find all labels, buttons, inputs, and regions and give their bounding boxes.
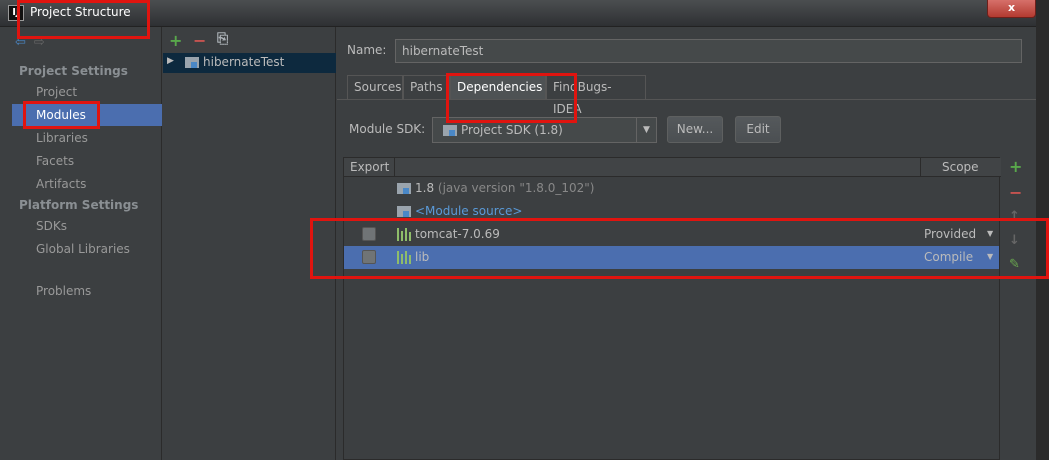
sidebar-item-libraries[interactable]: Libraries <box>12 127 162 149</box>
sidebar-item-project[interactable]: Project <box>12 81 162 103</box>
sidebar-item-problems[interactable]: Problems <box>12 280 162 302</box>
table-header: Export Scope <box>344 158 1001 177</box>
section-project-settings: Project Settings <box>19 64 128 78</box>
module-sdk-dropdown[interactable]: Project SDK (1.8) ▼ <box>432 117 657 143</box>
export-checkbox[interactable] <box>362 227 376 241</box>
dependencies-table: Export Scope 1.8 (java version "1.8.0_10… <box>343 157 1001 460</box>
source-folder-icon <box>397 206 411 217</box>
chevron-down-icon[interactable]: ▼ <box>987 223 993 245</box>
tab-sources[interactable]: Sources <box>347 75 403 99</box>
table-row[interactable]: 1.8 (java version "1.8.0_102") <box>344 177 999 200</box>
dependency-detail: (java version "1.8.0_102") <box>434 181 595 195</box>
edit-sdk-button[interactable]: Edit <box>735 116 781 143</box>
window-edge <box>1036 0 1049 460</box>
column-separator <box>920 158 921 177</box>
nav-arrows: ⇦⇨ <box>15 35 53 50</box>
remove-dependency-icon[interactable]: − <box>1009 183 1022 202</box>
window-title: Project Structure <box>30 5 131 19</box>
table-row[interactable]: <Module source> <box>344 200 999 223</box>
add-dependency-icon[interactable]: + <box>1009 157 1022 176</box>
module-name: hibernateTest <box>203 55 285 69</box>
sidebar-item-global-libraries[interactable]: Global Libraries <box>12 238 162 260</box>
expand-arrow-icon[interactable]: ▶ <box>167 56 174 66</box>
table-row[interactable]: tomcat-7.0.69 Provided ▼ <box>344 223 999 246</box>
jdk-folder-icon <box>397 183 411 194</box>
scope-value[interactable]: Provided <box>924 223 976 245</box>
close-button[interactable]: x <box>987 0 1036 18</box>
move-up-icon[interactable]: ↑ <box>1009 209 1020 224</box>
forward-arrow-icon[interactable]: ⇨ <box>34 35 53 50</box>
title-bar: IJ Project Structure x <box>0 0 1049 27</box>
edit-pencil-icon[interactable]: ✎ <box>1009 257 1020 272</box>
settings-sidebar: ⇦⇨ Project Settings Project Modules Libr… <box>0 27 162 460</box>
name-label: Name: <box>347 43 387 57</box>
sidebar-item-modules[interactable]: Modules <box>12 104 162 126</box>
sidebar-item-facets[interactable]: Facets <box>12 150 162 172</box>
column-scope[interactable]: Scope <box>942 158 979 177</box>
move-down-icon[interactable]: ↓ <box>1009 233 1020 248</box>
intellij-app-icon: IJ <box>8 5 24 21</box>
add-icon[interactable]: + <box>169 31 182 50</box>
export-checkbox[interactable] <box>362 250 376 264</box>
module-folder-icon <box>185 57 199 68</box>
table-row[interactable]: lib Compile ▼ <box>344 246 999 269</box>
dependency-name: tomcat-7.0.69 <box>415 227 500 241</box>
sidebar-item-sdks[interactable]: SDKs <box>12 215 162 237</box>
new-sdk-button[interactable]: New... <box>667 116 723 143</box>
dependency-name: lib <box>415 250 430 264</box>
module-sdk-label: Module SDK: <box>349 122 426 136</box>
scope-value[interactable]: Compile <box>924 246 973 268</box>
section-platform-settings: Platform Settings <box>19 198 139 212</box>
module-sdk-value: Project SDK (1.8) <box>461 123 563 137</box>
chevron-down-icon[interactable]: ▼ <box>636 118 656 142</box>
tab-findbugs-idea[interactable]: FindBugs-IDEA <box>546 75 646 116</box>
column-separator <box>394 158 395 177</box>
dependency-toolbar: + − ↑ ↓ ✎ <box>1003 157 1033 460</box>
column-export[interactable]: Export <box>350 158 389 177</box>
module-name-field[interactable]: hibernateTest <box>395 39 1022 63</box>
dependency-name: 1.8 <box>415 181 435 195</box>
tab-divider <box>337 99 1036 100</box>
back-arrow-icon[interactable]: ⇦ <box>15 35 34 50</box>
library-icon <box>396 228 412 241</box>
tab-dependencies[interactable]: Dependencies <box>450 75 546 99</box>
sidebar-item-artifacts[interactable]: Artifacts <box>12 173 162 195</box>
tree-node-module[interactable]: ▶ hibernateTest <box>163 53 336 73</box>
module-settings-panel: Name: hibernateTest Sources Paths Depend… <box>337 27 1036 460</box>
sdk-folder-icon <box>443 125 457 136</box>
copy-icon[interactable]: ⎘ <box>217 31 228 47</box>
chevron-down-icon[interactable]: ▼ <box>987 246 993 268</box>
remove-icon[interactable]: − <box>193 31 206 50</box>
library-icon <box>396 251 412 264</box>
dependency-name: <Module source> <box>415 204 523 218</box>
tab-paths[interactable]: Paths <box>403 75 450 99</box>
module-tree-panel: + − ⎘ ▶ hibernateTest <box>163 27 336 460</box>
